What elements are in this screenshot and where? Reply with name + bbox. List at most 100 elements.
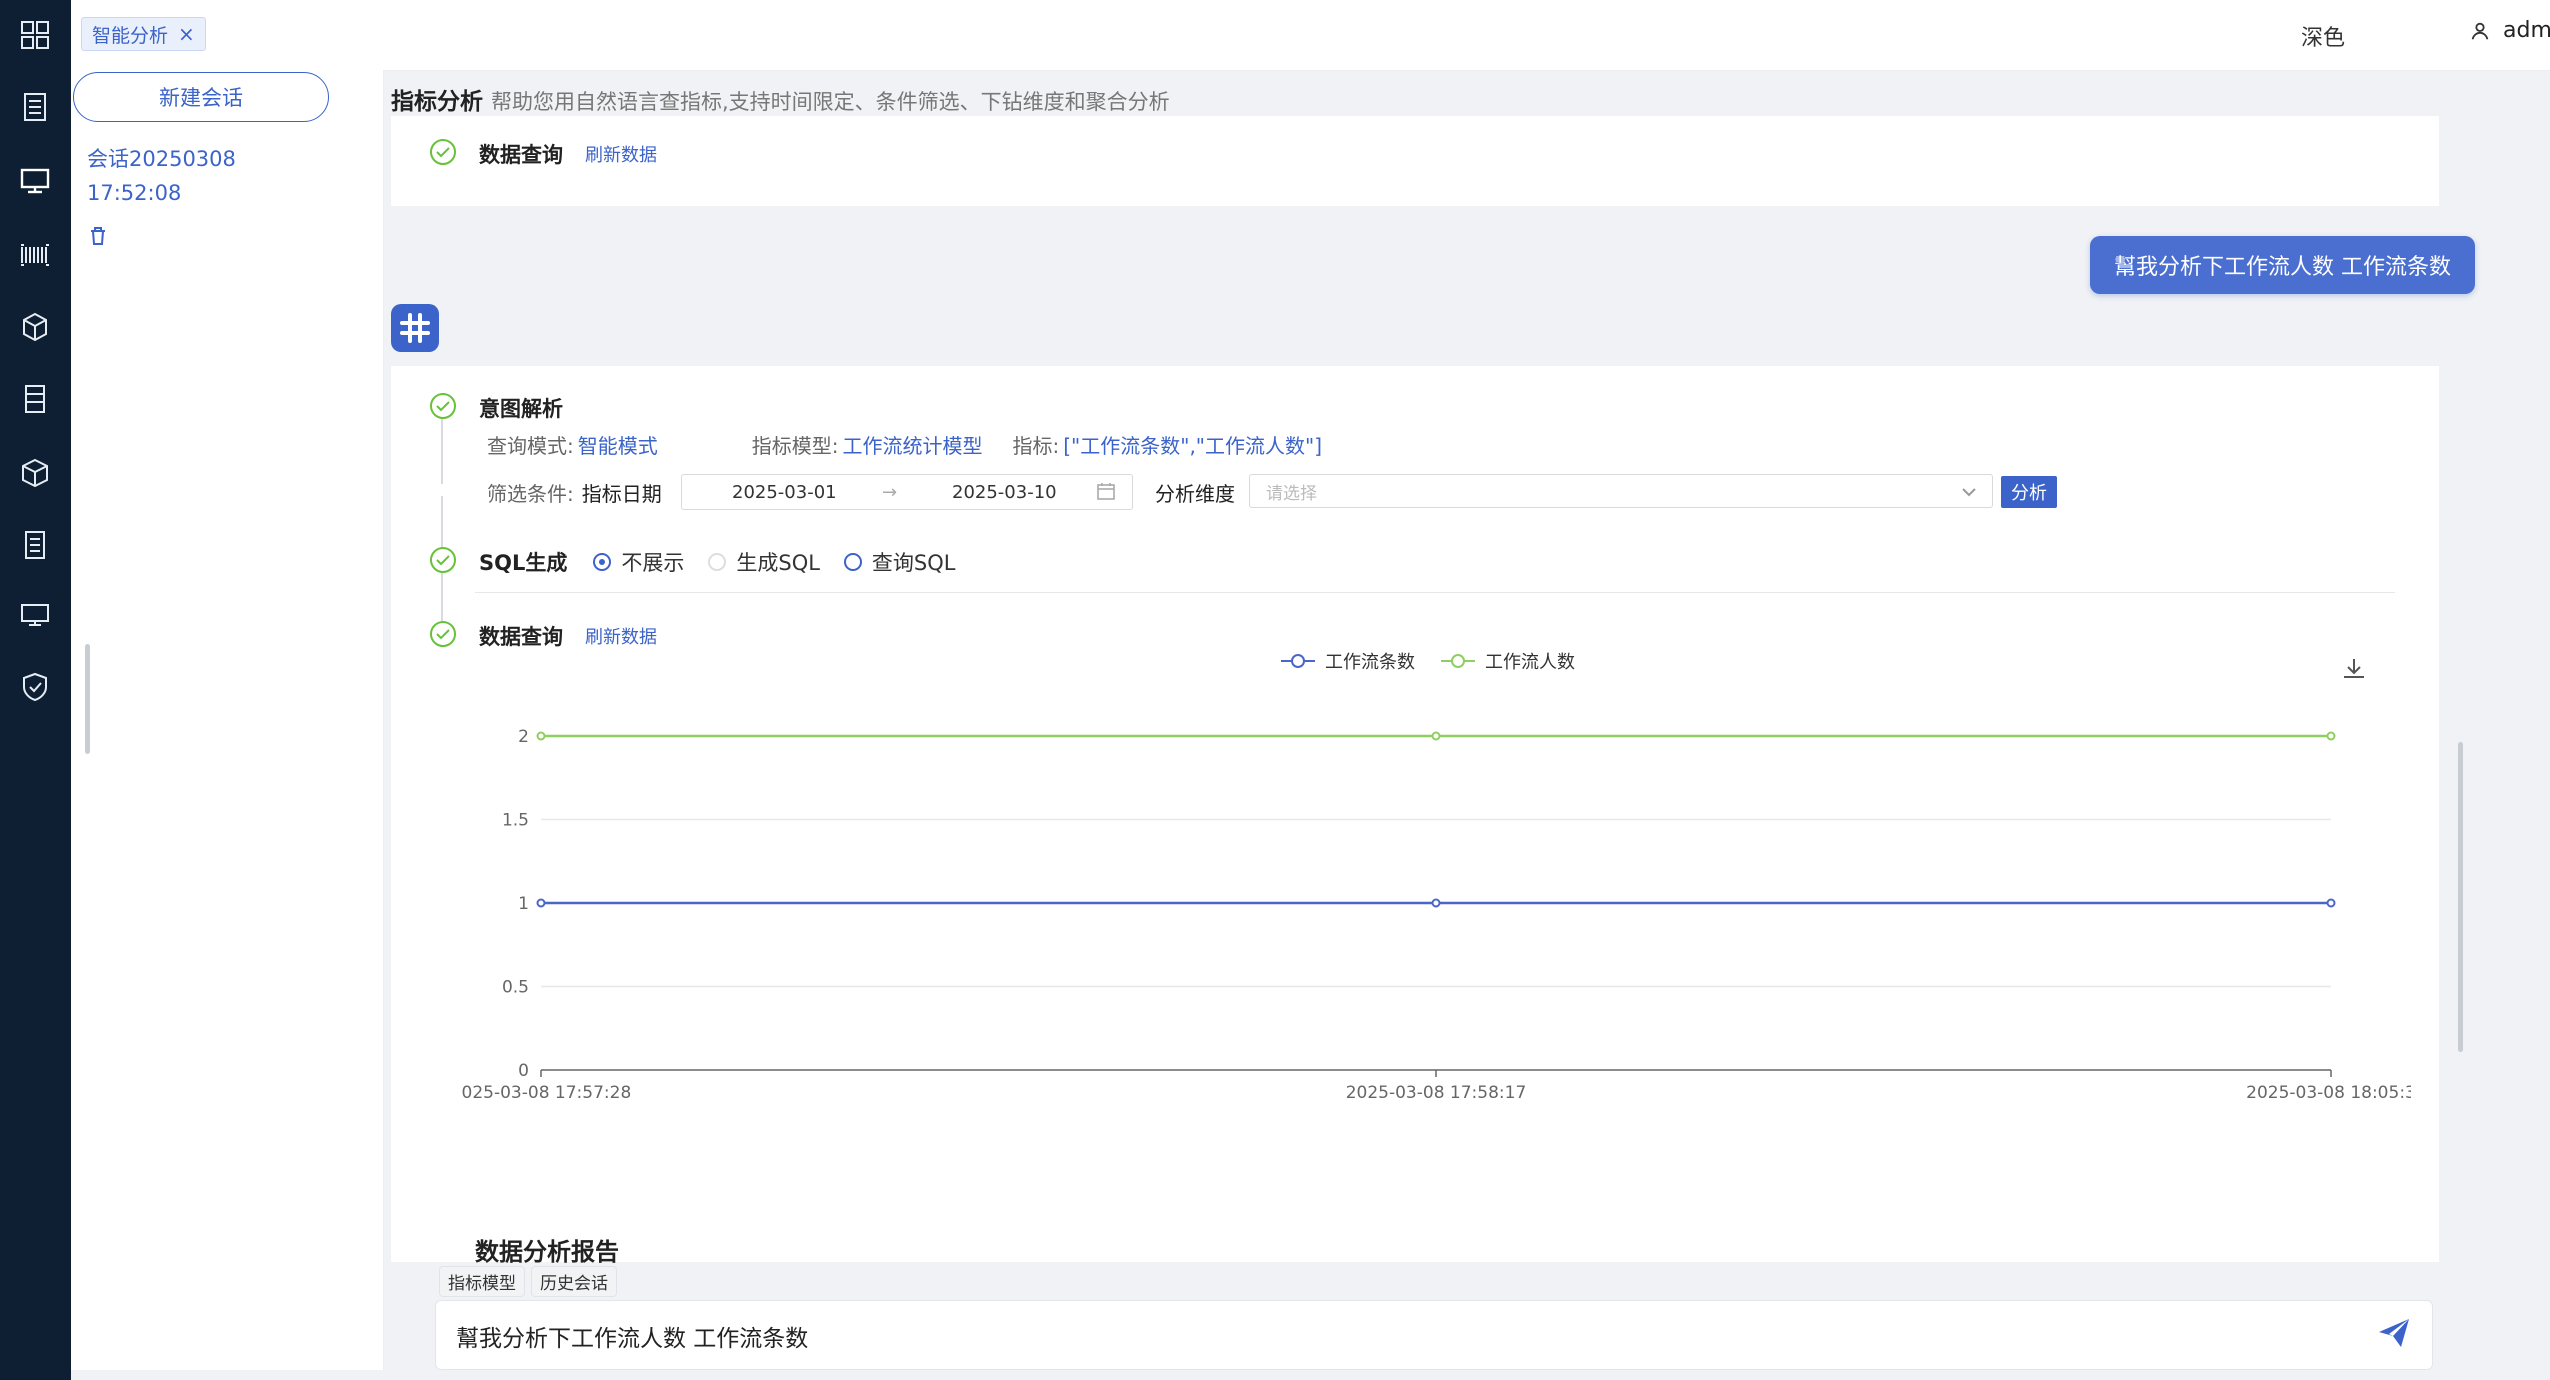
top-header: 智能分析 × 深色 admin <box>71 0 2550 71</box>
legend-marker-series-2 <box>1441 654 1475 668</box>
legend-item[interactable]: 工作流条数 <box>1281 648 1415 674</box>
sidebar-scrollbar[interactable] <box>85 644 90 754</box>
model-value: 工作流统计模型 <box>842 434 983 458</box>
check-circle-icon <box>429 620 457 652</box>
analyze-button[interactable]: 分析 <box>2001 476 2057 508</box>
tab-close-icon[interactable]: × <box>178 22 195 46</box>
y-tick-label: 2 <box>518 727 529 747</box>
x-tick-label: 2025-03-08 17:58:17 <box>1346 1083 1527 1103</box>
y-tick-label: 1.5 <box>502 811 529 831</box>
query-mode-label: 查询模式: <box>487 434 574 458</box>
desktop-icon[interactable] <box>16 596 54 634</box>
new-chat-button[interactable]: 新建会话 <box>73 72 329 122</box>
tab-label: 智能分析 <box>92 24 169 47</box>
step-title: 数据查询 <box>479 143 563 167</box>
page-subtitle: 帮助您用自然语言查指标,支持时间限定、条件筛选、下钻维度和聚合分析 <box>491 90 1170 114</box>
page-title: 指标分析 <box>391 89 483 115</box>
x-tick-label: 2025-03-08 18:05:3 <box>2246 1083 2411 1103</box>
legend-marker-series-1 <box>1281 654 1315 668</box>
dimension-select[interactable]: 请选择 <box>1249 474 1993 508</box>
query-step: 数据查询 刷新数据 <box>429 620 657 652</box>
input-chips: 指标模型 历史会话 <box>439 1266 617 1297</box>
slack-icon <box>400 313 430 343</box>
data-point <box>1431 898 1441 908</box>
monitor-icon[interactable] <box>16 162 54 200</box>
nav-rail <box>0 0 71 1380</box>
chip-metric-model[interactable]: 指标模型 <box>439 1266 525 1297</box>
chart-legend: 工作流条数 工作流人数 <box>1281 648 1575 674</box>
date-start[interactable]: 2025-03-01 <box>732 482 837 503</box>
session-time: 17:52:08 <box>87 181 182 205</box>
dimension-placeholder: 请选择 <box>1266 483 1317 504</box>
y-tick-label: 0.5 <box>502 978 529 998</box>
chip-history[interactable]: 历史会话 <box>531 1266 617 1297</box>
report-title: 数据分析报告 <box>475 1238 619 1266</box>
x-tick-label: 2025-03-08 17:57:28 <box>461 1083 631 1103</box>
radio-dot <box>708 553 727 571</box>
radio-dot <box>843 553 862 571</box>
legend-label: 工作流人数 <box>1485 652 1575 673</box>
legend-label: 工作流条数 <box>1325 652 1415 673</box>
radio-dot-selected <box>593 553 612 571</box>
radio-generate-sql[interactable]: 生成SQL <box>708 547 820 577</box>
session-sidebar: 新建会话 会话20250308 17:52:08 <box>71 70 384 1370</box>
chevron-down-icon <box>1960 483 1978 506</box>
date-range-picker[interactable]: 2025-03-01 → 2025-03-10 <box>681 474 1133 510</box>
dimension-label: 分析维度 <box>1155 482 1235 506</box>
trash-icon[interactable] <box>89 226 109 246</box>
theme-toggle[interactable]: 深色 <box>2301 20 2345 52</box>
previous-answer-card: 数据查询 刷新数据 <box>391 116 2439 206</box>
sql-radio-group: 不展示 生成SQL 查询SQL <box>593 547 979 577</box>
box-icon[interactable] <box>16 454 54 492</box>
radio-label: 生成SQL <box>736 551 820 575</box>
answer-card: 意图解析 查询模式: 智能模式 指标模型: 工作流统计模型 指标: ["工作流条… <box>391 366 2439 1266</box>
send-icon[interactable] <box>2376 1315 2414 1353</box>
filter-row: 筛选条件: 指标日期 <box>487 478 662 507</box>
step-title: 数据查询 <box>479 625 563 649</box>
tab-smart-analysis[interactable]: 智能分析 × <box>81 17 206 51</box>
date-end[interactable]: 2025-03-10 <box>952 482 1057 503</box>
data-point <box>1431 731 1441 741</box>
data-point <box>2326 898 2336 908</box>
sql-step: SQL生成 不展示 生成SQL 查询SQL <box>429 546 979 578</box>
radio-label: 不展示 <box>621 551 685 575</box>
barcode-icon[interactable] <box>16 236 54 274</box>
session-item[interactable]: 会话20250308 17:52:08 <box>87 142 307 210</box>
server-icon[interactable] <box>16 380 54 418</box>
metrics-value: ["工作流条数","工作流人数"] <box>1063 434 1323 458</box>
refresh-data-link[interactable]: 刷新数据 <box>585 623 657 649</box>
grid-icon[interactable] <box>16 16 54 54</box>
radio-label: 查询SQL <box>871 551 956 575</box>
shield-check-icon[interactable] <box>16 668 54 706</box>
cube-icon[interactable] <box>16 308 54 346</box>
radio-query-sql[interactable]: 查询SQL <box>843 547 956 577</box>
section-divider <box>475 592 2395 593</box>
check-circle-icon <box>429 138 457 170</box>
report-icon[interactable] <box>16 526 54 564</box>
query-mode-value: 智能模式 <box>577 434 658 458</box>
dimension-label-wrap: 分析维度 <box>1155 478 1235 507</box>
data-point <box>536 898 546 908</box>
user-menu[interactable]: admin <box>2469 18 2550 43</box>
document-list-icon[interactable] <box>16 88 54 126</box>
main-scrollbar[interactable] <box>2458 742 2463 1052</box>
line-chart: 0 0.5 1 1.5 2 2025-03-08 17:57:28 2025-03-08 1… <box>461 727 2411 1103</box>
main-panel: 指标分析 帮助您用自然语言查指标,支持时间限定、条件筛选、下钻维度和聚合分析 数… <box>383 70 2550 1380</box>
chat-input[interactable]: 幫我分析下工作流人数 工作流条数 <box>435 1300 2433 1370</box>
y-tick-label: 1 <box>518 894 529 914</box>
session-title: 会话20250308 <box>87 147 236 171</box>
chat-input-text[interactable]: 幫我分析下工作流人数 工作流条数 <box>456 1319 808 1353</box>
filter-label: 筛选条件: <box>487 482 574 506</box>
metrics-label: 指标: <box>1012 434 1060 458</box>
model-label: 指标模型: <box>751 434 839 458</box>
page-heading: 指标分析 帮助您用自然语言查指标,支持时间限定、条件筛选、下钻维度和聚合分析 <box>391 82 1170 116</box>
radio-hide-sql[interactable]: 不展示 <box>593 547 684 577</box>
intent-step: 意图解析 <box>429 392 563 424</box>
legend-item[interactable]: 工作流人数 <box>1441 648 1575 674</box>
user-message-bubble: 幫我分析下工作流人数 工作流条数 <box>2090 236 2475 294</box>
data-point <box>536 731 546 741</box>
step-title: 意图解析 <box>479 397 563 421</box>
data-point <box>2326 731 2336 741</box>
step-title: SQL生成 <box>479 551 568 575</box>
refresh-data-link[interactable]: 刷新数据 <box>585 141 657 167</box>
